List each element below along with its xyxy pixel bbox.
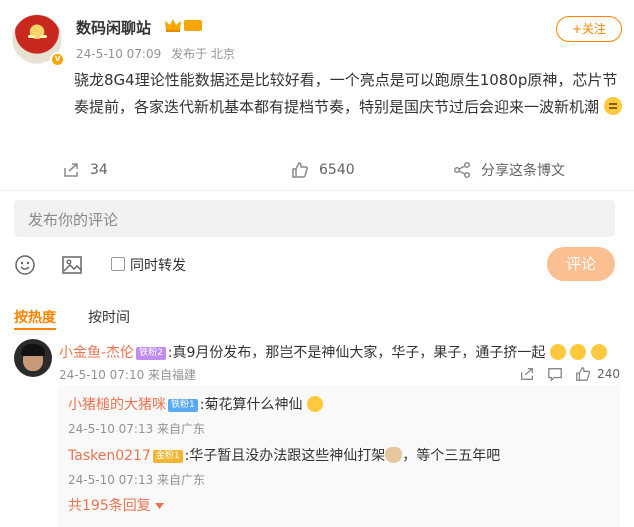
emoji-icon [570, 344, 587, 360]
like-icon[interactable] [575, 366, 591, 382]
post-text: 骁龙8G4理论性能数据还是比较好看，一个亮点是可以跑原生1080p原神，芯片节奏… [74, 71, 618, 116]
crown-icon [165, 19, 181, 32]
comment-like-count: 240 [597, 367, 620, 381]
follow-button[interactable]: +关注 [556, 16, 622, 42]
comment-input[interactable]: 发布你的评论 [14, 200, 615, 237]
share-icon [453, 161, 471, 179]
reply-text: :菊花算什么神仙 [199, 397, 303, 413]
replies-panel: 小猪槌的大猪咪 铁粉1:菊花算什么神仙 24-5-10 07:13 来自广东 Ta… [58, 385, 620, 527]
reply-user[interactable]: Tasken0217 [68, 448, 151, 464]
reply-text-after: ，等个三五年吧 [402, 448, 501, 464]
like-button[interactable]: 6540 [291, 155, 355, 185]
post-body: 骁龙8G4理论性能数据还是比较好看，一个亮点是可以跑原生1080p原神，芯片节奏… [74, 67, 622, 121]
emoji-icon [590, 344, 607, 360]
comment-text: :真9月份发布，那岂不是神仙大家，华子，果子，通子挤一起 [167, 345, 546, 361]
tab-by-hot[interactable]: 按热度 [14, 307, 56, 327]
chevron-down-icon [155, 503, 165, 509]
more-replies-label: 共195条回复 [68, 498, 151, 514]
comment-actions: 240 [507, 364, 620, 384]
action-bar: 34 933 6540 分享这条博文 [0, 155, 634, 516]
reply-line: 小猪槌的大猪咪 铁粉1:菊花算什么神仙 [68, 394, 613, 414]
comment-placeholder: 发布你的评论 [28, 211, 119, 229]
more-replies-link[interactable]: 共195条回复 [68, 495, 165, 515]
avatar-eye [40, 35, 47, 38]
commenter-name[interactable]: 小金鱼-杰伦 [59, 345, 134, 361]
like-icon [292, 162, 308, 178]
level-badge [184, 20, 202, 31]
post-header: v 数码闲聊站 24-5-10 07:09 发布于 北京 +关注 [12, 14, 622, 67]
reply-item: Tasken0217 金粉1:华子暂且没办法跟这些神仙打架 ，等个三五年吧 24-5… [68, 445, 613, 488]
tab-by-time[interactable]: 按时间 [88, 307, 130, 327]
emoji-icon [306, 396, 323, 412]
avatar-eye [28, 35, 35, 38]
submit-comment-button[interactable]: 评论 [547, 247, 615, 281]
post-time[interactable]: 24-5-10 07:09 [76, 47, 161, 61]
author-name[interactable]: 数码闲聊站 [76, 17, 151, 38]
divider [0, 190, 634, 191]
share-button[interactable]: 分享这条博文 [453, 155, 565, 185]
like-count: 6540 [319, 162, 355, 178]
reply-icon[interactable] [547, 366, 563, 382]
reply-item: 小猪槌的大猪咪 铁粉1:菊花算什么神仙 24-5-10 07:13 来自广东 [68, 394, 613, 437]
reply-line: Tasken0217 金粉1:华子暂且没办法跟这些神仙打架 ，等个三五年吧 [68, 445, 613, 465]
fan-badge: 铁粉2 [136, 347, 166, 360]
reply-text: :华子暂且没办法跟这些神仙打架 [184, 448, 386, 464]
comment-line: 小金鱼-杰伦 铁粉2:真9月份发布，那岂不是神仙大家，华子，果子，通子挤一起 [59, 342, 619, 362]
image-upload-icon[interactable] [61, 254, 83, 276]
repost-button[interactable]: 34 [62, 155, 108, 185]
post-source: 发布于 北京 [171, 47, 235, 61]
comment-time: 24-5-10 07:10 来自福建 [59, 368, 197, 382]
fan-badge: 金粉1 [152, 450, 183, 463]
thinking-emoji-icon [603, 97, 622, 115]
commenter-avatar[interactable] [14, 339, 52, 377]
forward-label[interactable]: 同时转发 [130, 255, 186, 275]
repost-icon[interactable] [519, 366, 535, 382]
forward-checkbox[interactable] [111, 257, 125, 271]
post-meta: 24-5-10 07:09 发布于 北京 [76, 45, 241, 62]
cat-emoji-icon [385, 447, 403, 463]
verified-icon: v [50, 52, 65, 67]
fan-badge: 铁粉1 [168, 399, 198, 412]
active-tab-underline [14, 328, 56, 330]
emoji-picker-icon[interactable] [14, 254, 36, 276]
emoji-icon [549, 344, 566, 360]
reply-time: 24-5-10 07:13 来自广东 [68, 473, 206, 487]
reply-time: 24-5-10 07:13 来自广东 [68, 422, 206, 436]
repost-count: 34 [90, 162, 108, 178]
share-label: 分享这条博文 [481, 163, 565, 179]
repost-icon [64, 163, 78, 177]
composer-tools: 同时转发 评论 [14, 247, 615, 281]
reply-user[interactable]: 小猪槌的大猪咪 [68, 397, 166, 413]
